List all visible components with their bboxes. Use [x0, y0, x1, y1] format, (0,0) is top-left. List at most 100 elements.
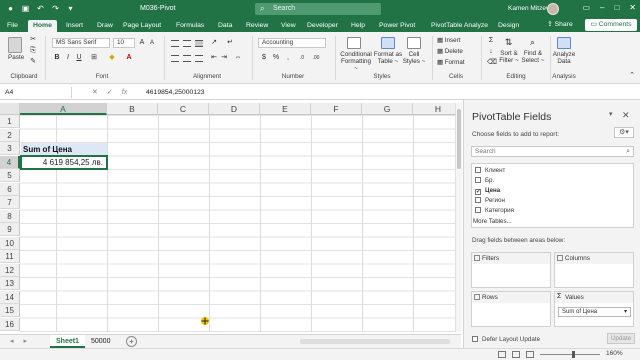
more-tables-link[interactable]: More Tables...	[473, 218, 512, 225]
row-header[interactable]: 4	[0, 155, 20, 169]
analyze-data-icon[interactable]	[557, 37, 571, 49]
row-header[interactable]: 9	[0, 223, 20, 236]
page-layout-view-icon[interactable]	[512, 351, 520, 358]
field-item[interactable]: ✓ Цена	[475, 186, 500, 195]
increase-font-icon[interactable]: A	[138, 39, 146, 47]
sheet-tab-50000[interactable]: 50000	[85, 335, 116, 348]
column-header-d[interactable]: D	[209, 103, 260, 115]
decrease-decimal-icon[interactable]: .00	[312, 54, 320, 62]
share-button[interactable]: ⇪ Share	[547, 19, 581, 31]
field-item[interactable]: Клиент	[475, 166, 505, 175]
checkbox[interactable]	[475, 177, 481, 183]
sort-filter-button[interactable]: Sort & Filter ~	[498, 50, 520, 64]
underline-icon[interactable]: U	[75, 54, 83, 62]
merge-center-icon[interactable]: ⇔	[234, 54, 242, 62]
defer-layout-update[interactable]: Defer Layout Update	[472, 336, 540, 343]
column-header-a[interactable]: A	[20, 103, 107, 115]
values-field-chip[interactable]: Sum of Цена ▾	[558, 307, 631, 317]
insert-function-icon[interactable]: fx	[122, 87, 127, 98]
next-sheet-icon[interactable]: ▸	[24, 337, 28, 345]
zoom-level[interactable]: 160%	[606, 350, 623, 357]
checkbox[interactable]	[475, 167, 481, 173]
update-button[interactable]: Update	[607, 333, 635, 344]
customize-qat-icon[interactable]: ▾	[66, 4, 75, 13]
row-header[interactable]: 14	[0, 290, 20, 304]
autosave-icon[interactable]: ●	[6, 4, 15, 13]
tab-power-pivot[interactable]: Power Pivot	[379, 20, 415, 32]
wrap-text-icon[interactable]: ↵	[226, 39, 234, 47]
row-header[interactable]: 10	[0, 236, 20, 250]
borders-icon[interactable]: ⊞	[90, 54, 98, 62]
paste-icon[interactable]	[8, 37, 22, 53]
conditional-formatting-button[interactable]: Conditional Formatting ~	[339, 51, 373, 72]
pivot-header-cell[interactable]: Sum of Цена	[21, 143, 107, 155]
cell-area[interactable]: Sum of Цена 4 619 854,25 лв.	[20, 115, 461, 332]
worksheet-grid[interactable]: A B C D E F G H 1 2 3 4 5 6 7 8 9 10 11 …	[0, 103, 461, 332]
column-header-e[interactable]: E	[260, 103, 311, 115]
format-cells-button[interactable]: ▦ Format	[437, 59, 465, 66]
delete-cells-button[interactable]: ▦ Delete	[437, 48, 463, 55]
maximize-icon[interactable]: □	[614, 3, 619, 12]
tab-design[interactable]: Design	[498, 20, 519, 32]
horizontal-scrollbar[interactable]	[300, 339, 450, 344]
pane-options-icon[interactable]: ▾	[609, 110, 613, 118]
align-middle-icon[interactable]	[183, 40, 191, 47]
columns-area[interactable]: Columns	[554, 252, 634, 288]
tab-home[interactable]: Home	[28, 20, 57, 32]
analyze-data-button[interactable]: Analyze Data	[551, 51, 577, 65]
clear-icon[interactable]: ⌫	[487, 59, 497, 67]
vertical-scrollbar[interactable]	[455, 103, 462, 332]
tab-formulas[interactable]: Formulas	[176, 20, 204, 32]
checkbox[interactable]	[475, 197, 481, 203]
checkbox[interactable]	[472, 336, 478, 342]
autosum-icon[interactable]: Σ	[487, 37, 495, 45]
gear-icon[interactable]: ⚙▾	[614, 127, 634, 138]
select-all-corner[interactable]	[0, 103, 20, 115]
undo-icon[interactable]: ↶	[36, 4, 45, 13]
zoom-slider[interactable]	[540, 354, 600, 355]
name-box[interactable]: A4	[2, 87, 72, 98]
column-header-b[interactable]: B	[107, 103, 158, 115]
align-center-icon[interactable]	[183, 55, 191, 62]
cell-styles-icon[interactable]	[407, 37, 421, 49]
sort-filter-icon[interactable]: ⇅	[503, 37, 514, 48]
row-header[interactable]: 8	[0, 209, 20, 223]
minimize-icon[interactable]: –	[600, 3, 604, 12]
normal-view-icon[interactable]	[498, 351, 506, 358]
align-left-icon[interactable]	[171, 55, 179, 62]
close-pane-icon[interactable]: ✕	[622, 110, 630, 121]
increase-decimal-icon[interactable]: .0	[298, 54, 306, 62]
field-item[interactable]: Категория	[475, 206, 514, 215]
decrease-font-icon[interactable]: A	[148, 39, 156, 47]
row-header[interactable]: 16	[0, 317, 20, 331]
format-painter-icon[interactable]: ✎	[29, 58, 37, 66]
align-top-icon[interactable]	[171, 40, 179, 47]
field-search-input[interactable]: Search ⌕	[471, 146, 634, 157]
align-right-icon[interactable]	[195, 55, 203, 62]
number-format-select[interactable]: Accounting	[258, 38, 326, 48]
prev-sheet-icon[interactable]: ◂	[10, 337, 14, 345]
fill-color-icon[interactable]: ◆	[108, 54, 116, 62]
tab-insert[interactable]: Insert	[66, 20, 83, 32]
tab-view[interactable]: View	[281, 20, 296, 32]
tab-file[interactable]: File	[7, 20, 18, 32]
user-name[interactable]: Kamen Mitzev	[508, 5, 549, 12]
font-size-select[interactable]: 10	[113, 38, 135, 48]
search-box[interactable]: ⌕ Search	[255, 3, 381, 15]
close-icon[interactable]: ✕	[629, 3, 636, 12]
comments-button[interactable]: ▭ Comments	[585, 19, 637, 31]
collapse-ribbon-icon[interactable]: ⌃	[628, 72, 636, 80]
tab-page-layout[interactable]: Page Layout	[123, 20, 161, 32]
redo-icon[interactable]: ↷	[51, 4, 60, 13]
row-header[interactable]: 15	[0, 304, 20, 317]
comma-icon[interactable]: ,	[284, 54, 292, 62]
column-header-g[interactable]: G	[362, 103, 413, 115]
row-header[interactable]: 1	[0, 115, 20, 128]
find-select-button[interactable]: Find & Select ~	[521, 50, 545, 64]
bold-icon[interactable]: B	[53, 54, 61, 62]
tab-help[interactable]: Help	[351, 20, 365, 32]
row-header[interactable]: 5	[0, 169, 20, 182]
italic-icon[interactable]: I	[64, 54, 72, 62]
row-header[interactable]: 12	[0, 263, 20, 277]
percent-icon[interactable]: %	[272, 54, 280, 62]
